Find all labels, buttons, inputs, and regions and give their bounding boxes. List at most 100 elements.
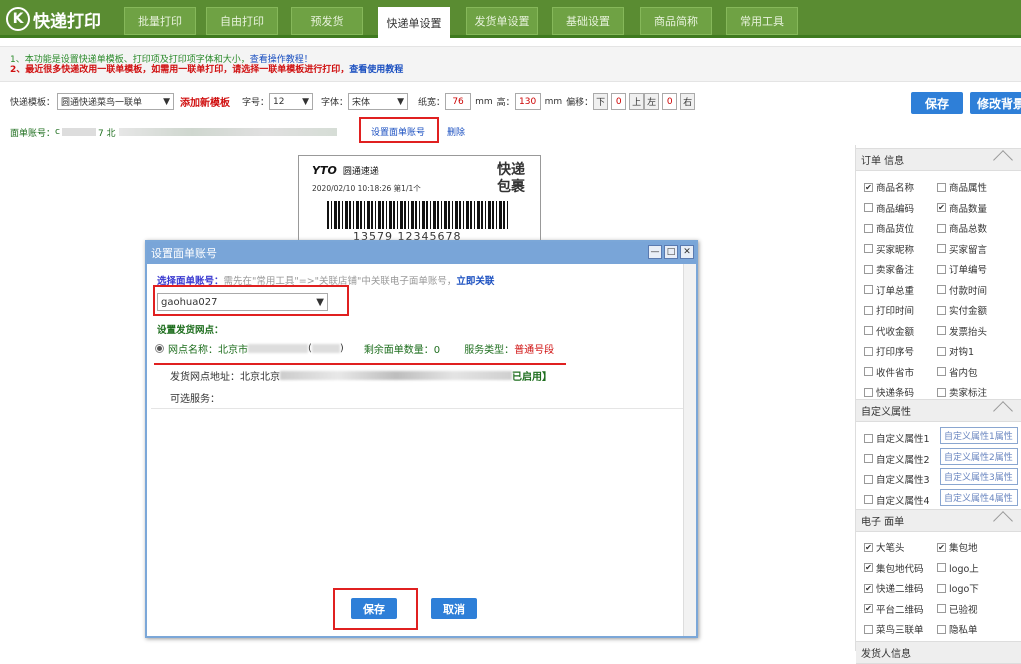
tab-batch-print[interactable]: 批量打印	[124, 7, 196, 35]
dialog-cancel-button[interactable]: 取消	[431, 598, 477, 619]
order-field-checkbox[interactable]: 实付金额	[937, 303, 987, 317]
eface-field-checkbox[interactable]: ✔ 大笔头	[864, 540, 905, 554]
checkbox-icon[interactable]	[937, 346, 946, 356]
order-field-checkbox[interactable]: 卖家标注	[937, 385, 987, 399]
order-field-checkbox[interactable]: 买家昵称	[864, 242, 914, 256]
checkbox-icon[interactable]	[864, 244, 873, 253]
paper-height-input[interactable]: 130	[514, 93, 541, 110]
offset-right-button[interactable]: 右	[680, 93, 696, 110]
tutorial-link[interactable]: 查看操作教程！	[250, 55, 313, 65]
tab-free-print[interactable]: 自由打印	[206, 7, 278, 35]
font-select[interactable]: 宋体 ▼	[348, 93, 409, 110]
order-field-checkbox[interactable]: ✔ 商品数量	[937, 201, 987, 215]
checkbox-icon[interactable]	[864, 203, 873, 212]
custom-attr-input[interactable]: 自定义属性3属性	[940, 468, 1018, 485]
link-now-link[interactable]: 立即关联	[456, 276, 494, 287]
custom-attr-checkbox[interactable]: 自定义属性3	[864, 472, 930, 486]
custom-attr-input[interactable]: 自定义属性1属性	[940, 427, 1018, 444]
checkbox-icon[interactable]	[937, 563, 946, 572]
delete-link[interactable]: 删除	[447, 125, 465, 138]
eface-field-checkbox[interactable]: ✔ 平台二维码	[864, 602, 924, 616]
checkbox-icon[interactable]	[864, 495, 873, 504]
sender-info-section[interactable]: 发货人信息	[856, 641, 1021, 664]
eface-section[interactable]: 电子 面单	[856, 509, 1021, 532]
checkbox-icon[interactable]	[937, 223, 946, 233]
checkbox-icon[interactable]	[937, 367, 946, 376]
eface-field-checkbox[interactable]: ✔ 快递二维码	[864, 581, 924, 595]
checkbox-checked-icon[interactable]: ✔	[864, 542, 873, 552]
order-field-checkbox[interactable]: 付款时间	[937, 283, 987, 297]
checkbox-checked-icon[interactable]: ✔	[864, 604, 873, 613]
checkbox-icon[interactable]	[864, 624, 873, 634]
eface-field-checkbox[interactable]: 隐私单	[937, 622, 978, 636]
checkbox-icon[interactable]	[937, 604, 946, 613]
order-field-checkbox[interactable]: 代收金额	[864, 324, 914, 338]
checkbox-icon[interactable]	[937, 624, 946, 634]
order-field-checkbox[interactable]: 卖家备注	[864, 262, 914, 276]
custom-attr-checkbox[interactable]: 自定义属性2	[864, 452, 930, 466]
checkbox-icon[interactable]	[864, 433, 873, 443]
tab-common-tools[interactable]: 常用工具	[726, 7, 798, 35]
tab-pre-ship[interactable]: 预发货	[291, 7, 363, 35]
tab-waybill-settings[interactable]: 快递单设置	[378, 7, 450, 38]
font-size-select[interactable]: 12 ▼	[269, 93, 314, 110]
minimize-icon[interactable]: —	[648, 245, 662, 259]
offset-up-button[interactable]: 上	[629, 93, 645, 110]
template-select[interactable]: 圆通快递菜鸟一联单 ▼	[57, 93, 175, 110]
order-field-checkbox[interactable]: 商品编码	[864, 201, 914, 215]
checkbox-icon[interactable]	[864, 326, 873, 335]
order-field-checkbox[interactable]: 发票抬头	[937, 324, 987, 338]
checkbox-icon[interactable]	[864, 387, 873, 397]
checkbox-checked-icon[interactable]: ✔	[937, 203, 946, 212]
checkbox-icon[interactable]	[937, 285, 946, 294]
order-field-checkbox[interactable]: 商品货位	[864, 221, 914, 235]
checkbox-icon[interactable]	[937, 244, 946, 253]
eface-field-checkbox[interactable]: ✔ 集包地代码	[864, 561, 924, 575]
set-account-link[interactable]: 设置面单账号	[371, 125, 425, 138]
checkbox-icon[interactable]	[864, 223, 873, 233]
order-info-section[interactable]: 订单 信息	[856, 148, 1021, 171]
chevron-up-icon[interactable]	[993, 150, 1013, 170]
checkbox-icon[interactable]	[864, 454, 873, 463]
order-field-checkbox[interactable]: 打印时间	[864, 303, 914, 317]
offset-horizontal-input[interactable]: 0	[662, 93, 678, 110]
offset-left-button[interactable]: 左	[644, 93, 660, 110]
custom-attr-input[interactable]: 自定义属性4属性	[940, 488, 1018, 506]
order-field-checkbox[interactable]: 快递条码	[864, 385, 914, 399]
eface-field-checkbox[interactable]: logo上	[937, 561, 979, 575]
eface-field-checkbox[interactable]: 已验视	[937, 602, 978, 616]
checkbox-checked-icon[interactable]: ✔	[864, 583, 873, 593]
chevron-up-icon[interactable]	[993, 401, 1013, 421]
order-field-checkbox[interactable]: 打印序号	[864, 344, 914, 358]
dialog-scrollbar[interactable]	[683, 264, 696, 636]
offset-down-button[interactable]: 下	[593, 93, 609, 110]
checkbox-icon[interactable]	[937, 305, 946, 315]
custom-attr-section[interactable]: 自定义属性	[856, 399, 1021, 422]
checkbox-checked-icon[interactable]: ✔	[864, 182, 873, 192]
checkbox-icon[interactable]	[864, 285, 873, 294]
order-field-checkbox[interactable]: ✔ 商品名称	[864, 180, 914, 194]
checkbox-icon[interactable]	[864, 305, 873, 315]
order-field-checkbox[interactable]: 订单总重	[864, 283, 914, 297]
order-field-checkbox[interactable]: 省内包	[937, 365, 978, 379]
maximize-icon[interactable]: □	[664, 245, 678, 259]
close-icon[interactable]: ✕	[680, 245, 694, 259]
chevron-up-icon[interactable]	[993, 511, 1013, 531]
tab-basic-settings[interactable]: 基础设置	[552, 7, 624, 35]
checkbox-icon[interactable]	[864, 474, 873, 484]
order-field-checkbox[interactable]: 对钩1	[937, 344, 974, 358]
order-field-checkbox[interactable]: 买家留言	[937, 242, 987, 256]
eface-field-checkbox[interactable]: logo下	[937, 581, 979, 595]
tab-invoice-settings[interactable]: 发货单设置	[466, 7, 538, 35]
checkbox-checked-icon[interactable]: ✔	[937, 542, 946, 552]
checkbox-icon[interactable]	[937, 264, 946, 274]
tab-product-abbr[interactable]: 商品简称	[640, 7, 712, 35]
checkbox-icon[interactable]	[937, 583, 946, 593]
add-template-link[interactable]: 添加新模板	[180, 94, 230, 109]
dialog-save-button[interactable]: 保存	[351, 598, 397, 619]
eface-field-checkbox[interactable]: ✔ 集包地	[937, 540, 978, 554]
checkbox-icon[interactable]	[937, 387, 946, 397]
checkbox-checked-icon[interactable]: ✔	[864, 563, 873, 572]
usage-tutorial-link[interactable]: 查看使用教程	[349, 65, 403, 75]
custom-attr-checkbox[interactable]: 自定义属性1	[864, 431, 930, 445]
